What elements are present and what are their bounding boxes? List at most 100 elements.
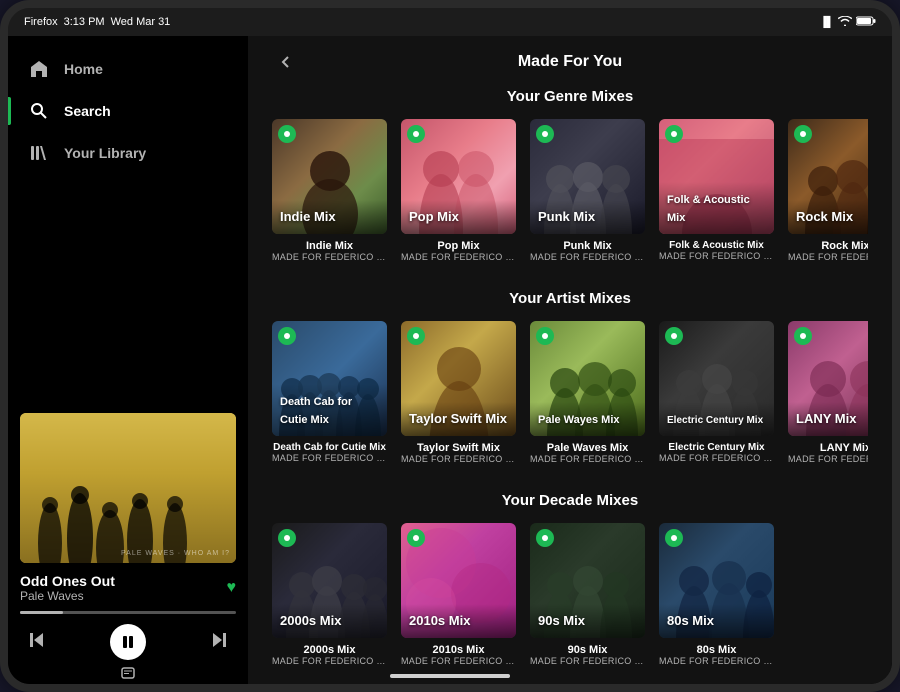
list-item[interactable]: Pale Wayes Mix Pale Waves Mix Made For F…: [530, 321, 645, 464]
list-item[interactable]: Indie Mix Indie Mix Made For Federico Vi…: [272, 119, 387, 262]
spotify-dot: [536, 529, 554, 547]
mix-art-rock: Rock Mix: [788, 119, 868, 234]
mix-label-80s: 80s Mix: [659, 604, 774, 638]
sidebar-item-search[interactable]: Search: [8, 90, 248, 132]
mix-art-punk: Punk Mix: [530, 119, 645, 234]
mix-art-indie: Indie Mix: [272, 119, 387, 234]
back-button[interactable]: [272, 48, 300, 76]
lyrics-button[interactable]: [121, 666, 135, 680]
mix-label-2010s: 2010s Mix: [401, 604, 516, 638]
spotify-dot: [407, 529, 425, 547]
mix-info-2010s: 2010s Mix Made For Federico Viticci: [401, 644, 516, 666]
artist-mixes-section: Your Artist Mixes: [248, 290, 892, 492]
track-title: Odd Ones Out: [20, 573, 115, 589]
genre-mixes-grid: Indie Mix Indie Mix Made For Federico Vi…: [272, 119, 868, 266]
mix-info-rock: Rock Mix Made For Federico Viticci: [788, 240, 868, 262]
list-item[interactable]: 2000s Mix 2000s Mix Made For Federico Vi…: [272, 523, 387, 666]
spotify-dot: [278, 125, 296, 143]
heart-button[interactable]: ♥: [227, 579, 237, 597]
mix-info-folk: Folk & Acoustic Mix Made For Federico Vi…: [659, 240, 774, 261]
artist-mixes-grid: Death Cab for Cutie Mix Death Cab for Cu…: [272, 321, 868, 468]
list-item[interactable]: Folk & Acoustic Mix Folk & Acoustic Mix …: [659, 119, 774, 262]
content-header: Made For You: [248, 36, 892, 88]
list-item[interactable]: 90s Mix 90s Mix Made For Federico Viticc…: [530, 523, 645, 666]
decade-mixes-section: Your Decade Mixes: [248, 492, 892, 692]
browser-label: Firefox: [24, 16, 58, 28]
mix-info-palewayes: Pale Waves Mix Made For Federico Viticci: [530, 442, 645, 464]
list-item[interactable]: Death Cab for Cutie Mix Death Cab for Cu…: [272, 321, 387, 464]
spotify-dot: [665, 125, 683, 143]
date-label: Wed Mar 31: [111, 16, 171, 28]
time-label: 3:13 PM: [64, 16, 105, 28]
search-label: Search: [64, 103, 111, 119]
mix-info-electric: Electric Century Mix Made For Federico V…: [659, 442, 774, 463]
mix-label-folk: Folk & Acoustic Mix: [659, 182, 774, 234]
status-bar: Firefox 3:13 PM Wed Mar 31 ▐▌: [8, 8, 892, 36]
library-label: Your Library: [64, 145, 146, 161]
track-artist: Pale Waves: [20, 589, 115, 603]
artist-mixes-title: Your Artist Mixes: [272, 290, 868, 307]
list-item[interactable]: Pop Mix Pop Mix Made For Federico Viticc…: [401, 119, 516, 262]
mix-info-taylor: Taylor Swift Mix Made For Federico Vitic…: [401, 442, 516, 464]
mix-label-punk: Punk Mix: [530, 200, 645, 234]
sidebar-nav: Home Search: [8, 36, 248, 186]
mix-art-90s: 90s Mix: [530, 523, 645, 638]
mix-art-80s: 80s Mix: [659, 523, 774, 638]
list-item[interactable]: 2010s Mix 2010s Mix Made For Federico Vi…: [401, 523, 516, 666]
spotify-dot: [278, 327, 296, 345]
sidebar-item-home[interactable]: Home: [8, 48, 248, 90]
mix-art-folk: Folk & Acoustic Mix: [659, 119, 774, 234]
spotify-dot: [536, 125, 554, 143]
home-icon: [28, 58, 50, 80]
prev-button[interactable]: [28, 631, 46, 654]
wifi-icon: [838, 16, 852, 29]
track-info: Odd Ones Out Pale Waves ♥: [20, 573, 236, 603]
search-icon: [28, 100, 50, 122]
decade-mixes-title: Your Decade Mixes: [272, 492, 868, 509]
home-label: Home: [64, 61, 103, 77]
status-right: ▐▌: [820, 16, 876, 29]
main-content[interactable]: Made For You Your Genre Mixes: [248, 36, 892, 692]
spotify-dot: [665, 529, 683, 547]
app-container: Home Search: [8, 36, 892, 692]
lyrics-control: [20, 660, 236, 688]
decade-mixes-grid: 2000s Mix 2000s Mix Made For Federico Vi…: [272, 523, 868, 670]
genre-mixes-title: Your Genre Mixes: [272, 88, 868, 105]
list-item[interactable]: Rock Mix Rock Mix Made For Federico Viti…: [788, 119, 868, 262]
home-indicator: [390, 674, 510, 678]
signal-icon: ▐▌: [820, 17, 834, 28]
spotify-dot: [665, 327, 683, 345]
mix-label-deathcab: Death Cab for Cutie Mix: [272, 384, 387, 436]
album-art[interactable]: PALE WAVES · WHO AM I?: [20, 413, 236, 563]
status-left: Firefox 3:13 PM Wed Mar 31: [24, 16, 170, 28]
pause-button[interactable]: [110, 624, 146, 660]
mix-label-electric: Electric Century Mix: [659, 402, 774, 436]
mix-info-2000s: 2000s Mix Made For Federico Viticci: [272, 644, 387, 666]
list-item[interactable]: Electric Century Mix Electric Century Mi…: [659, 321, 774, 464]
spotify-dot: [536, 327, 554, 345]
mix-art-2000s: 2000s Mix: [272, 523, 387, 638]
genre-mixes-section: Your Genre Mixes: [248, 88, 892, 290]
mix-info-90s: 90s Mix Made For Federico Viticci: [530, 644, 645, 666]
progress-fill: [20, 611, 63, 614]
list-item[interactable]: 80s Mix 80s Mix Made For Federico Viticc…: [659, 523, 774, 666]
page-title: Made For You: [316, 53, 824, 71]
list-item[interactable]: LANY Mix LANY Mix Made For Federico Viti…: [788, 321, 868, 464]
spotify-dot: [794, 125, 812, 143]
mix-art-taylor: Taylor Swift Mix: [401, 321, 516, 436]
mix-art-2010s: 2010s Mix: [401, 523, 516, 638]
mix-info-lany: LANY Mix Made For Federico Viticci: [788, 442, 868, 464]
next-button[interactable]: [210, 631, 228, 654]
progress-bar[interactable]: [20, 611, 236, 614]
sidebar-item-library[interactable]: Your Library: [8, 132, 248, 174]
spotify-dot: [407, 327, 425, 345]
sidebar: Home Search: [8, 36, 248, 692]
mix-art-pop: Pop Mix: [401, 119, 516, 234]
list-item[interactable]: Punk Mix Punk Mix Made For Federico Viti…: [530, 119, 645, 262]
device-frame: Firefox 3:13 PM Wed Mar 31 ▐▌: [0, 0, 900, 692]
mix-label-pop: Pop Mix: [401, 200, 516, 234]
list-item[interactable]: Taylor Swift Mix Taylor Swift Mix Made F…: [401, 321, 516, 464]
playback-controls: [20, 624, 236, 660]
mix-label-taylor: Taylor Swift Mix: [401, 402, 516, 436]
spotify-dot: [278, 529, 296, 547]
